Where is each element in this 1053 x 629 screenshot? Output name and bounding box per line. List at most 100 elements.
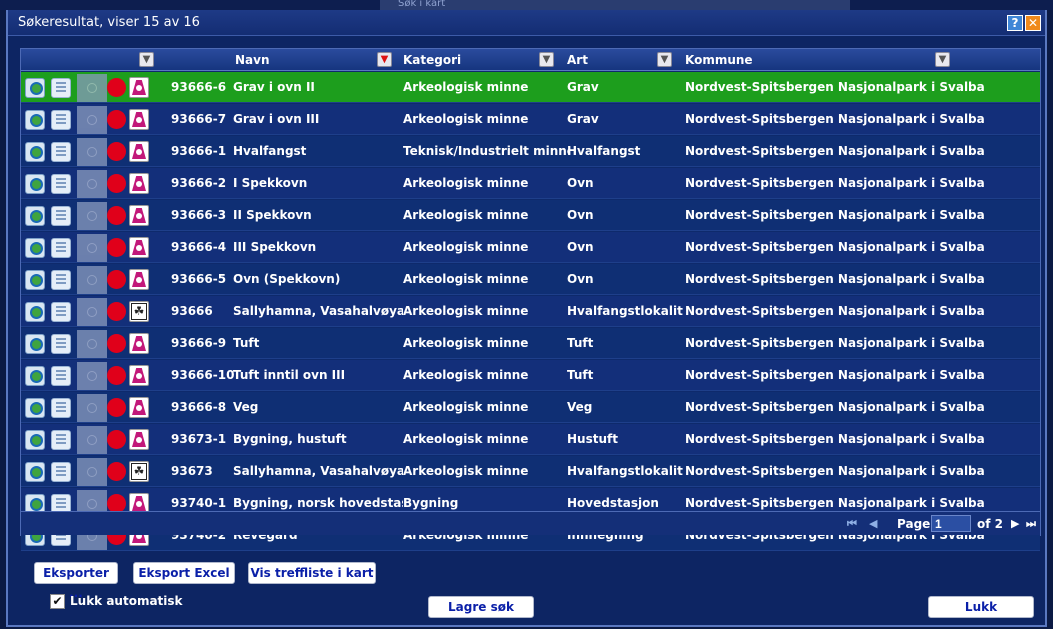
results-grid: ▼ Navn ▼ Kategori ▼ Art ▼ Kommune ▼ 9366… (20, 48, 1041, 551)
details-icon[interactable] (51, 302, 71, 322)
zoom-to-map-icon[interactable] (25, 238, 45, 258)
column-header-kategori[interactable]: Kategori (403, 49, 461, 71)
site-type-icon (129, 237, 149, 258)
prev-page-icon[interactable]: ◀ (869, 517, 877, 530)
cell-kategori: Arkeologisk minne (403, 176, 529, 190)
filter-icon-kategori[interactable]: ▼ (539, 52, 554, 67)
cell-navn: III Spekkovn (233, 240, 317, 254)
table-row[interactable]: 93666-1 Hvalfangst Teknisk/Industrielt min… (21, 136, 1040, 167)
cell-art: Ovn (567, 208, 594, 222)
table-row[interactable]: 93666-3 II Spekkovn Arkeologisk minne Ovn No… (21, 200, 1040, 231)
cell-navn: Ovn (Spekkovn) (233, 272, 341, 286)
filter-icon-kommune[interactable]: ▼ (935, 52, 950, 67)
dialog-titlebar: Søkeresultat, viser 15 av 16 ? ✕ (8, 10, 1045, 36)
table-row[interactable]: 93666-8 Veg Arkeologisk minne Veg Nordvest-S… (21, 392, 1040, 423)
last-page-icon[interactable]: ⏭ (1026, 517, 1036, 531)
details-icon[interactable] (51, 430, 71, 450)
table-row[interactable]: 93666-6 Grav i ovn II Arkeologisk minne Gra… (21, 72, 1040, 103)
zoom-to-map-icon[interactable] (25, 398, 45, 418)
details-icon[interactable] (51, 238, 71, 258)
zoom-to-map-icon[interactable] (25, 78, 45, 98)
details-icon[interactable] (51, 174, 71, 194)
page-label: Page (897, 517, 931, 531)
site-type-icon (129, 365, 149, 386)
column-header-navn[interactable]: Navn (235, 49, 270, 71)
zoom-to-map-icon[interactable] (25, 462, 45, 482)
details-icon[interactable] (51, 270, 71, 290)
cell-id: 93666-10 (171, 368, 235, 382)
auto-close-checkbox[interactable]: ✔ (50, 594, 65, 609)
table-row[interactable]: 93673-1 Bygning, hustuft Arkeologisk minne… (21, 424, 1040, 455)
page-number-input[interactable] (931, 515, 971, 532)
lukk-button[interactable]: Lukk (928, 596, 1034, 618)
table-row[interactable]: 93666-4 III Spekkovn Arkeologisk minne Ovn N… (21, 232, 1040, 263)
disabled-action-icon (77, 426, 107, 454)
auto-close-label: Lukk automatisk (70, 594, 183, 608)
page-count-label: of 2 (977, 517, 1003, 531)
filter-icon-id[interactable]: ▼ (139, 52, 154, 67)
cell-kategori: Arkeologisk minne (403, 80, 529, 94)
background-window-title: Søk i kart (380, 0, 850, 10)
table-row[interactable]: 93666-9 Tuft Arkeologisk minne Tuft Nordvest… (21, 328, 1040, 359)
vis-treffliste-button[interactable]: Vis treffliste i kart (248, 562, 376, 584)
details-icon[interactable] (51, 206, 71, 226)
cell-kategori: Arkeologisk minne (403, 464, 529, 478)
status-red-dot-icon (107, 302, 126, 321)
zoom-to-map-icon[interactable] (25, 302, 45, 322)
cell-kommune: Nordvest-Spitsbergen Nasjonalpark i Sval… (685, 176, 985, 190)
details-icon[interactable] (51, 334, 71, 354)
filter-icon-navn[interactable]: ▼ (377, 52, 392, 67)
details-icon[interactable] (51, 366, 71, 386)
disabled-action-icon (77, 330, 107, 358)
table-row[interactable]: 93666-7 Grav i ovn III Arkeologisk minne Gr… (21, 104, 1040, 135)
cell-kommune: Nordvest-Spitsbergen Nasjonalpark i Sval… (685, 400, 985, 414)
column-header-art[interactable]: Art (567, 49, 588, 71)
details-icon[interactable] (51, 462, 71, 482)
cell-kategori: Arkeologisk minne (403, 432, 529, 446)
zoom-to-map-icon[interactable] (25, 366, 45, 386)
table-row[interactable]: ☘ 93666 Sallyhamna, Vasahalvøya Arkeologisk… (21, 296, 1040, 327)
cell-kategori: Arkeologisk minne (403, 272, 529, 286)
disabled-action-icon (77, 458, 107, 486)
locality-type-icon: ☘ (129, 461, 149, 482)
cell-id: 93666-7 (171, 112, 227, 126)
eksport-excel-button[interactable]: Eksport Excel (133, 562, 235, 584)
zoom-to-map-icon[interactable] (25, 430, 45, 450)
cell-art: Hvalfangstlokalitet (567, 464, 683, 478)
details-icon[interactable] (51, 142, 71, 162)
zoom-to-map-icon[interactable] (25, 206, 45, 226)
table-row[interactable]: 93666-5 Ovn (Spekkovn) Arkeologisk minne Ov… (21, 264, 1040, 295)
cell-id: 93666-2 (171, 176, 227, 190)
table-row[interactable]: ☘ 93673 Sallyhamna, Vasahalvøya Arkeologisk… (21, 456, 1040, 487)
details-icon[interactable] (51, 110, 71, 130)
cell-id: 93666-8 (171, 400, 227, 414)
eksporter-button[interactable]: Eksporter ... (34, 562, 118, 600)
column-header-kommune[interactable]: Kommune (685, 49, 753, 71)
disabled-action-icon (77, 106, 107, 134)
table-row[interactable]: 93666-2 I Spekkovn Arkeologisk minne Ovn Nor… (21, 168, 1040, 199)
site-type-icon (129, 333, 149, 354)
first-page-icon[interactable]: ⏮ (847, 517, 857, 531)
cell-art: Ovn (567, 240, 594, 254)
details-icon[interactable] (51, 398, 71, 418)
zoom-to-map-icon[interactable] (25, 174, 45, 194)
zoom-to-map-icon[interactable] (25, 110, 45, 130)
filter-icon-art[interactable]: ▼ (657, 52, 672, 67)
table-row[interactable]: 93666-10 Tuft inntil ovn III Arkeologisk m… (21, 360, 1040, 391)
zoom-to-map-icon[interactable] (25, 270, 45, 290)
disabled-action-icon (77, 234, 107, 262)
help-icon[interactable]: ? (1007, 15, 1023, 31)
cell-art: Tuft (567, 336, 594, 350)
details-icon[interactable] (51, 78, 71, 98)
next-page-icon[interactable]: ▶ (1011, 517, 1019, 530)
cell-kommune: Nordvest-Spitsbergen Nasjonalpark i Sval… (685, 432, 985, 446)
cell-kategori: Arkeologisk minne (403, 112, 529, 126)
disabled-action-icon (77, 266, 107, 294)
cell-kommune: Nordvest-Spitsbergen Nasjonalpark i Sval… (685, 336, 985, 350)
zoom-to-map-icon[interactable] (25, 334, 45, 354)
site-type-icon (129, 429, 149, 450)
lagre-sok-button[interactable]: Lagre søk (428, 596, 534, 618)
zoom-to-map-icon[interactable] (25, 142, 45, 162)
cell-kommune: Nordvest-Spitsbergen Nasjonalpark i Sval… (685, 208, 985, 222)
close-icon[interactable]: ✕ (1025, 15, 1041, 31)
